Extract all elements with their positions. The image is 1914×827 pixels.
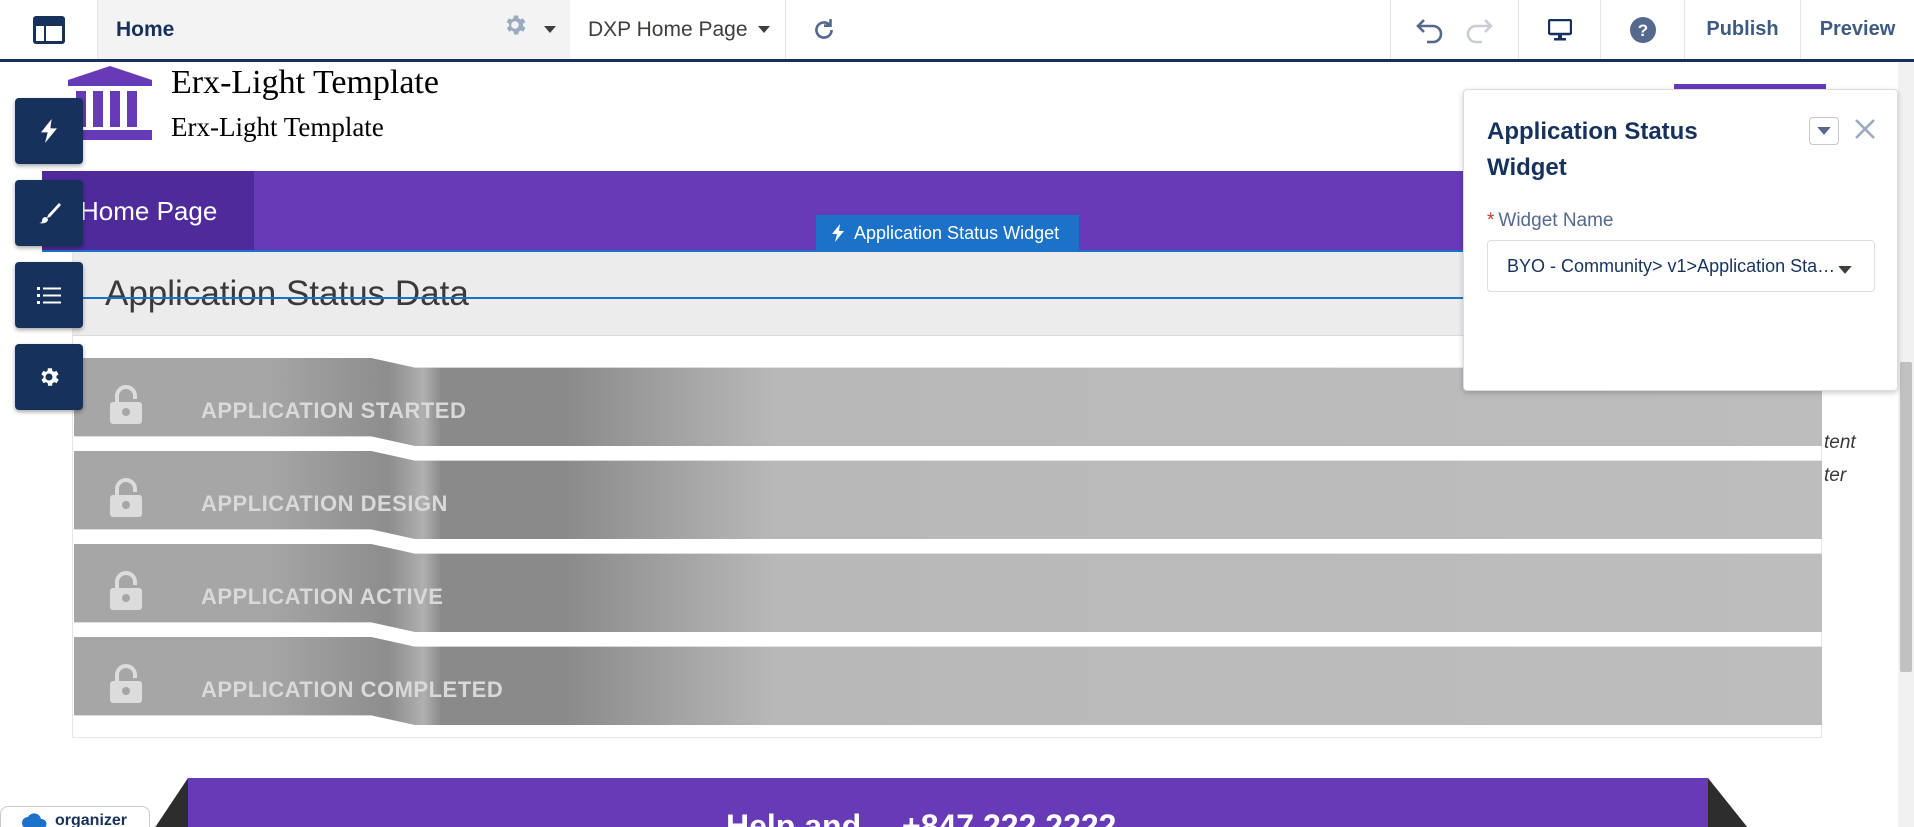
side-text: tent [1824,432,1856,453]
chevron-down-icon [1817,126,1831,135]
organizer-label: organizer [55,812,128,827]
components-tool-button[interactable] [15,98,83,164]
page-structure-tool-button[interactable] [15,262,83,328]
scrollbar-thumb[interactable] [1900,362,1912,672]
chevron-down-icon[interactable] [544,26,556,34]
selection-outline-top [42,250,1474,252]
side-text: ter [1824,465,1847,486]
site-subtitle: Erx-Light Template [171,112,384,142]
settings-icon [41,368,59,386]
chevron-down-icon [1838,266,1852,274]
nav-home-label[interactable]: Home Page [80,196,217,227]
status-label: APPLICATION ACTIVE [201,584,444,609]
widget-name-text: Widget Name [1498,210,1614,231]
lock-icon [110,385,142,424]
theme-tool-button[interactable] [15,180,83,246]
site-navbar [42,171,1474,251]
page-scrollbar[interactable] [1898,62,1914,827]
widget-name-select[interactable]: BYO - Community> v1>Application Status W… [1487,240,1875,292]
footer-wedge [148,778,188,827]
desktop-icon [1547,18,1572,40]
chevron-down-icon [757,25,770,33]
refresh-icon [815,18,833,39]
gear-icon[interactable] [502,12,528,38]
panel-title: Application Status Widget [1487,118,1698,181]
preview-button[interactable]: Preview [1800,0,1914,59]
site-title: Erx-Light Template [171,64,439,101]
status-label: APPLICATION COMPLETED [201,677,504,702]
lock-icon [110,478,142,517]
status-label: APPLICATION STARTED [201,398,467,423]
help-icon: ? [1629,16,1656,43]
property-panel: Application Status Widget * Widget Name B… [1463,89,1898,391]
publish-button[interactable]: Publish [1684,0,1800,59]
section-title: Application Status Data [105,274,469,313]
home-label: Home [116,17,175,41]
status-row: APPLICATION COMPLETED [74,637,1822,725]
footer-text: Help and… +847 222 2222 [726,808,1117,827]
app-menu-button[interactable] [0,0,98,59]
widget-selection-tag[interactable]: Application Status Widget [816,215,1079,251]
widget-name-label: * Widget Name [1487,210,1614,232]
footer-wedge [1708,778,1756,827]
lock-icon [110,571,142,610]
grid-icon [32,15,65,44]
undo-icon[interactable] [1415,16,1445,44]
top-toolbar: Home DXP Home Page ? Publish Preview [0,0,1914,62]
settings-tool-button[interactable] [15,344,83,410]
page-selector[interactable]: Home [98,0,570,59]
required-mark: * [1487,210,1495,231]
widget-tag-label: Application Status Widget [854,222,1060,243]
close-icon[interactable] [1852,116,1878,142]
organizer-tab[interactable]: organizer [0,806,150,827]
page-label: DXP Home Page [588,17,748,41]
panel-menu-button[interactable] [1809,117,1839,145]
builder-app: Home DXP Home Page ? Publish Preview Erx… [0,0,1914,827]
cloud-icon [22,813,47,827]
lock-icon [110,664,142,703]
redo-icon[interactable] [1464,16,1494,44]
device-preview-button[interactable] [1518,0,1600,59]
selection-outline [42,297,1474,299]
page-dropdown[interactable]: DXP Home Page [570,0,786,59]
undo-redo-group [1390,0,1518,59]
list-icon [37,287,61,304]
status-row: APPLICATION DESIGN [74,451,1822,539]
refresh-button[interactable] [786,0,862,59]
help-button[interactable]: ? [1600,0,1684,59]
status-row: APPLICATION ACTIVE [74,544,1822,632]
status-label: APPLICATION DESIGN [201,491,448,516]
lightning-icon [832,224,844,242]
lightning-icon [41,119,57,143]
brush-icon [39,203,61,224]
svg-text:?: ? [1637,21,1647,40]
